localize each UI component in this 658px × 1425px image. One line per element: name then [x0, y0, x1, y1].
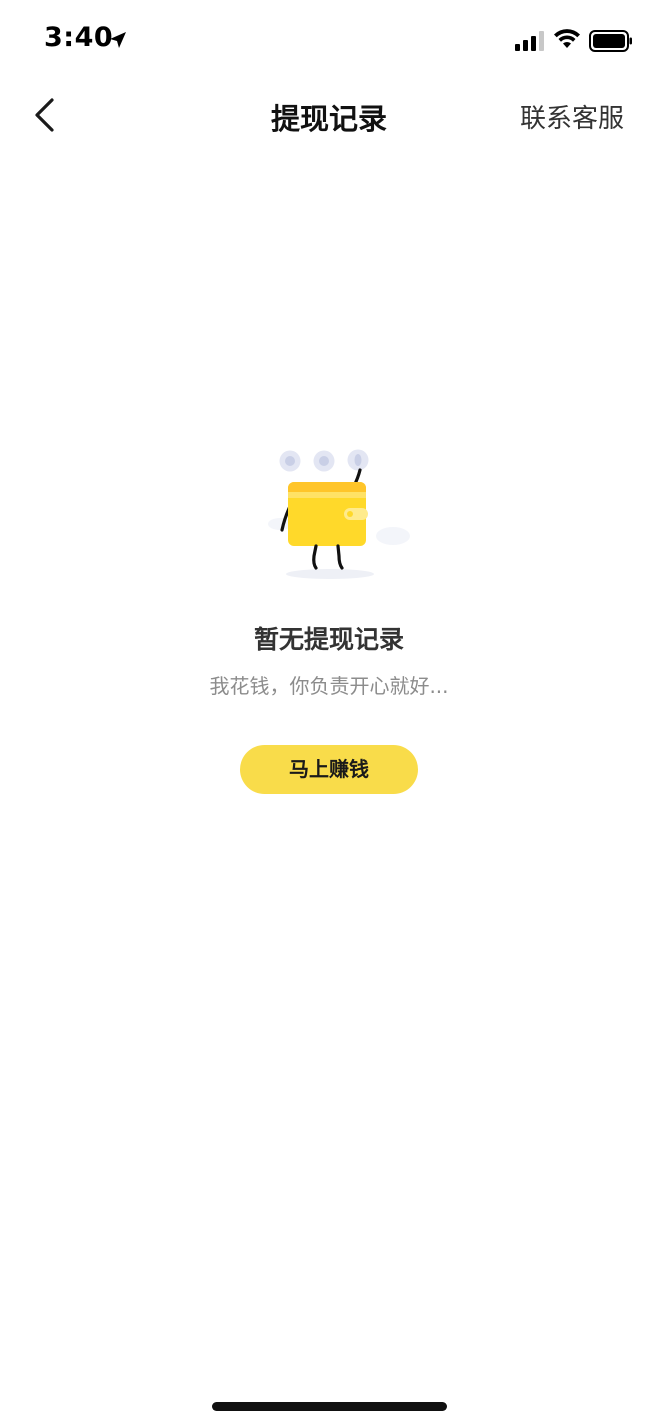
status-bar: 3:40: [0, 0, 658, 80]
nav-bar: 提现记录 联系客服: [0, 80, 658, 156]
wallet-mascot-illustration: [268, 449, 410, 579]
location-arrow-icon: [110, 32, 126, 48]
wifi-icon: [554, 29, 580, 48]
contact-support-link[interactable]: 联系客服: [520, 98, 624, 135]
coin-icon: [347, 449, 369, 471]
home-indicator: [212, 1402, 447, 1411]
status-time: 3:40: [44, 22, 114, 53]
cellular-signal-icon: [515, 31, 544, 51]
wallet-icon: [288, 482, 368, 546]
empty-state-subtitle: 我花钱，你负责开心就好...: [209, 674, 449, 698]
coin-icon: [279, 450, 301, 472]
empty-state-title: 暂无提现记录: [253, 625, 404, 654]
coin-icon: [313, 450, 335, 472]
earn-money-button[interactable]: 马上赚钱: [240, 745, 418, 794]
battery-icon: [589, 30, 632, 52]
